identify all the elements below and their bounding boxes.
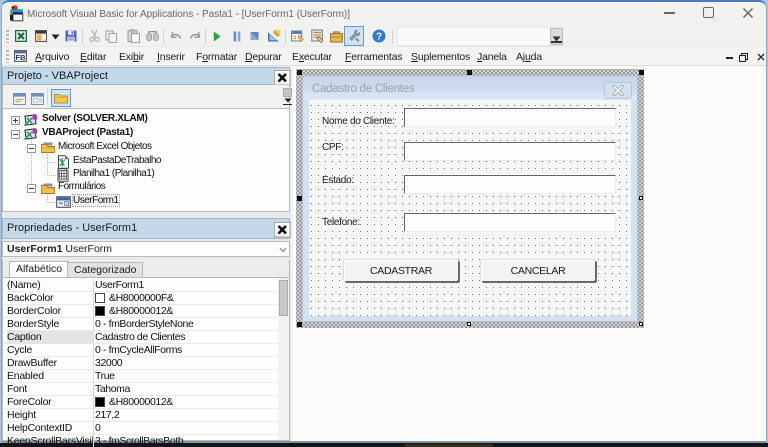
svg-text:FB: FB <box>16 53 27 62</box>
svg-text:?: ? <box>376 32 382 43</box>
